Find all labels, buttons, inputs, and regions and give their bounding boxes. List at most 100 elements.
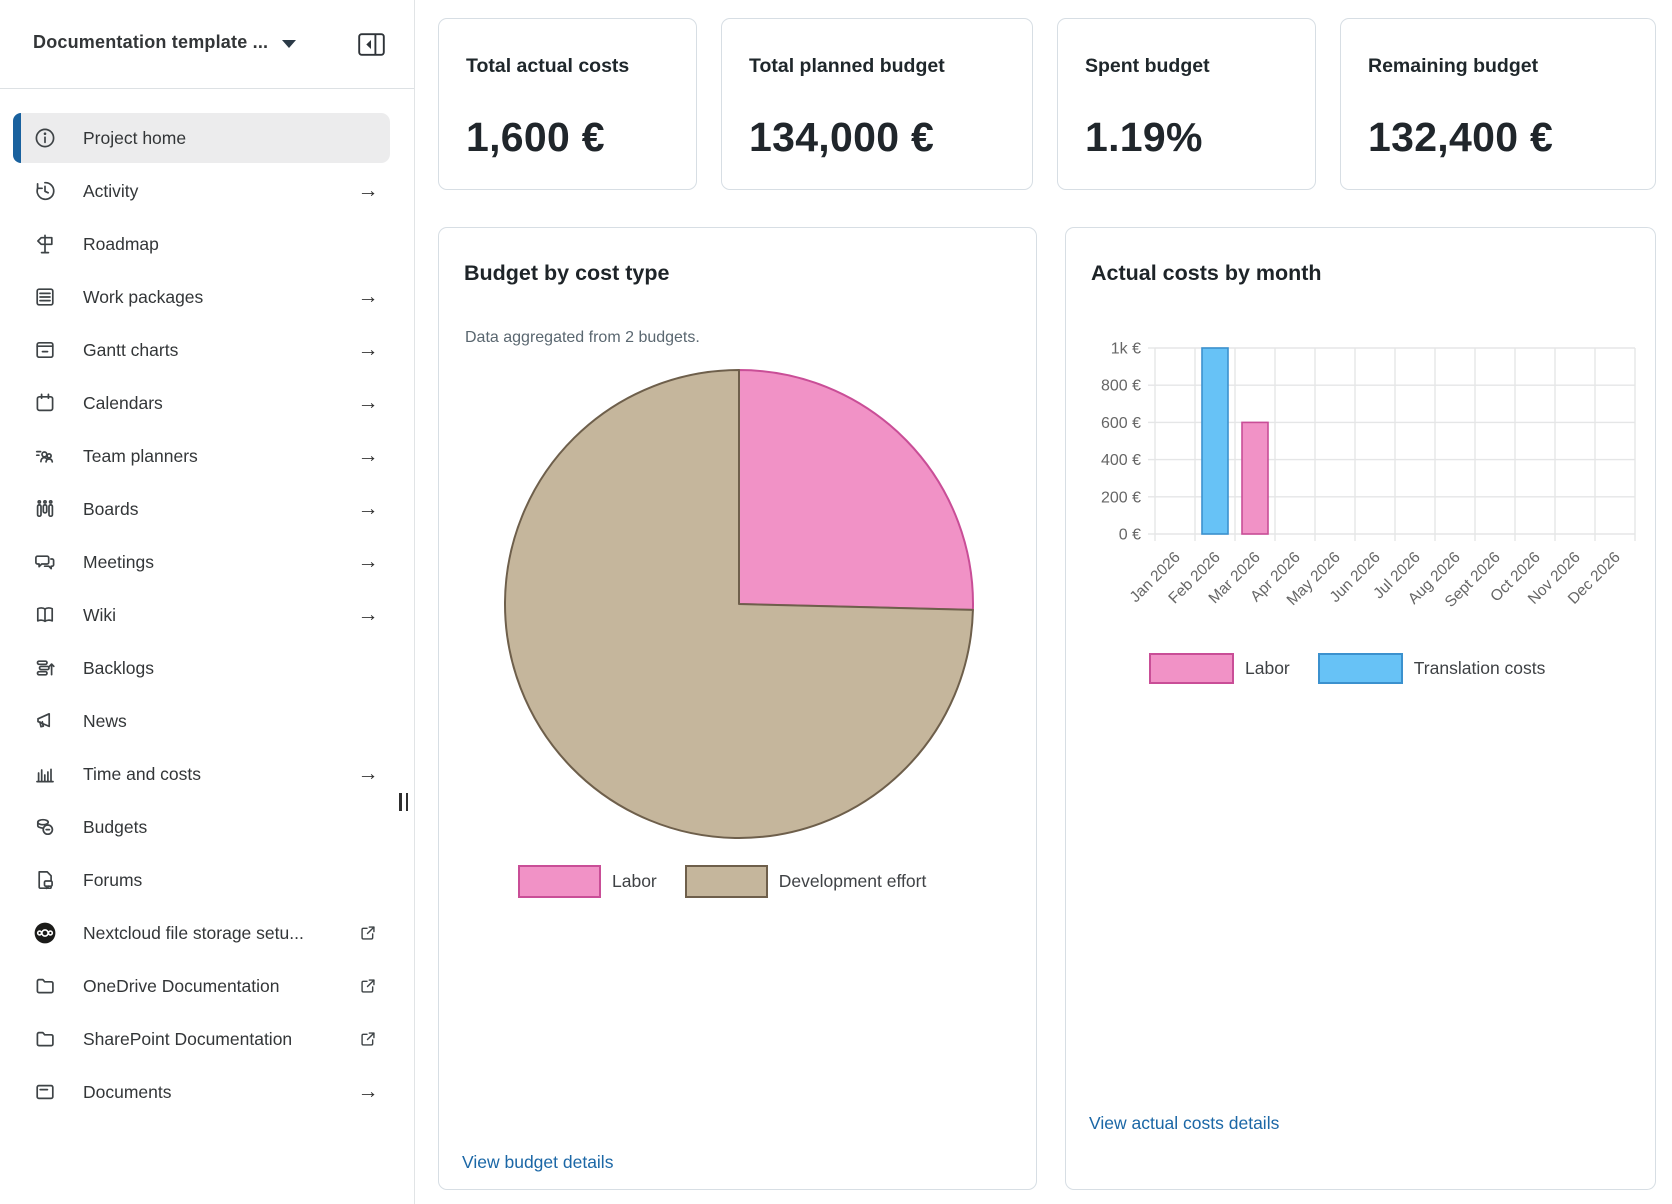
sidebar-item-label: Budgets [83,802,147,852]
budgets-icon [33,815,57,839]
work-packages-icon [33,285,57,309]
caret-down-icon [282,40,296,48]
sidebar-item-label: OneDrive Documentation [83,961,279,1011]
sidebar-item-label: Forums [83,855,142,905]
sidebar-item-label: Work packages [83,272,203,322]
kpi-card-remaining-budget: Remaining budget 132,400 € [1340,18,1656,190]
legend-label: Translation costs [1414,658,1546,679]
arrow-right-icon: → [356,1067,380,1117]
svg-text:800 €: 800 € [1101,378,1141,395]
kpi-label: Spent budget [1085,55,1288,78]
nextcloud-icon [33,921,57,945]
project-selector[interactable]: Documentation template ... [33,32,296,53]
sidebar-item-label: Nextcloud file storage setu... [83,908,304,958]
sidebar-item-forums[interactable]: Forums [13,855,390,905]
budget-pie-chart [500,365,978,843]
sidebar-item-meetings[interactable]: Meetings → [13,537,390,587]
legend-swatch [685,865,768,898]
sidebar-item-onedrive-documentation[interactable]: OneDrive Documentation [13,961,390,1011]
sidebar-item-activity[interactable]: Activity → [13,166,390,216]
sidebar-item-boards[interactable]: Boards → [13,484,390,534]
view-budget-details-link[interactable]: View budget details [462,1152,613,1173]
legend-label: Labor [1245,658,1290,679]
kpi-label: Total actual costs [466,55,669,78]
budget-card-title: Budget by cost type [464,261,669,286]
budget-pie-legend: Labor Development effort [518,865,926,898]
sidebar-item-wiki[interactable]: Wiki → [13,590,390,640]
folder-icon [33,974,57,998]
legend-swatch [1149,653,1234,684]
legend-item-translation-costs[interactable]: Translation costs [1318,653,1546,684]
sidebar-item-label: Wiki [83,590,116,640]
sidebar-item-project-home[interactable]: Project home [13,113,390,163]
main-content: Total actual costs 1,600 € Total planned… [438,0,1656,1204]
sidebar-item-backlogs[interactable]: Backlogs [13,643,390,693]
arrow-right-icon: → [356,537,380,587]
svg-text:200 €: 200 € [1101,489,1141,506]
sidebar-item-label: Documents [83,1067,172,1117]
sidebar-item-time-and-costs[interactable]: Time and costs → [13,749,390,799]
kpi-value: 1,600 € [466,114,669,161]
sidebar-item-nextcloud-file-storage-setu[interactable]: Nextcloud file storage setu... [13,908,390,958]
sidebar-menu: Project home Activity → Roadmap Work pac… [13,113,390,1120]
roadmap-icon [33,232,57,256]
project-title: Documentation template ... [33,32,268,53]
actual-card-title: Actual costs by month [1091,261,1322,286]
sidebar-item-sharepoint-documentation[interactable]: SharePoint Documentation [13,1014,390,1064]
legend-swatch [1318,653,1403,684]
kpi-value: 132,400 € [1368,114,1628,161]
svg-text:Dec 2026: Dec 2026 [1565,549,1624,608]
calendar-icon [33,391,57,415]
sidebar-item-work-packages[interactable]: Work packages → [13,272,390,322]
svg-text:May 2026: May 2026 [1284,549,1344,609]
view-actual-costs-details-link[interactable]: View actual costs details [1089,1113,1279,1134]
sidebar-item-documents[interactable]: Documents → [13,1067,390,1117]
meetings-icon [33,550,57,574]
arrow-right-icon: → [356,590,380,640]
sidebar-item-label: Roadmap [83,219,159,269]
external-link-icon [356,1014,380,1064]
legend-swatch [518,865,601,898]
svg-text:0 €: 0 € [1119,527,1141,544]
sidebar-item-news[interactable]: News [13,696,390,746]
arrow-right-icon: → [356,484,380,534]
budget-card-subtitle: Data aggregated from 2 budgets. [465,329,700,347]
app-root: Documentation template ... Project home … [0,0,1672,1204]
legend-item-labor[interactable]: Labor [518,865,657,898]
kpi-label: Remaining budget [1368,55,1628,78]
kpi-card-spent-budget: Spent budget 1.19% [1057,18,1316,190]
sidebar-item-gantt-charts[interactable]: Gantt charts → [13,325,390,375]
sidebar-item-label: Team planners [83,431,198,481]
sidebar-item-label: Meetings [83,537,154,587]
svg-text:Feb 2026: Feb 2026 [1165,549,1223,607]
sidebar-resize-handle[interactable] [399,793,408,811]
news-icon [33,709,57,733]
sidebar-item-label: Boards [83,484,138,534]
sidebar-header: Documentation template ... [0,0,414,89]
sidebar-collapse-button[interactable] [358,33,385,56]
sidebar-item-label: Activity [83,166,138,216]
sidebar-item-label: Calendars [83,378,163,428]
sidebar: Documentation template ... Project home … [0,0,415,1204]
sidebar-item-label: Backlogs [83,643,154,693]
kpi-label: Total planned budget [749,55,1005,78]
sidebar-item-team-planners[interactable]: Team planners → [13,431,390,481]
external-link-icon [356,961,380,1011]
kpi-card-total-planned-budget: Total planned budget 134,000 € [721,18,1033,190]
arrow-right-icon: → [356,749,380,799]
svg-text:Sept 2026: Sept 2026 [1442,549,1504,611]
legend-item-labor[interactable]: Labor [1149,653,1290,684]
sidebar-item-calendars[interactable]: Calendars → [13,378,390,428]
sidebar-item-label: News [83,696,127,746]
svg-text:400 €: 400 € [1101,452,1141,469]
legend-item-development-effort[interactable]: Development effort [685,865,927,898]
time-costs-icon [33,762,57,786]
sidebar-item-roadmap[interactable]: Roadmap [13,219,390,269]
wiki-icon [33,603,57,627]
svg-text:1k €: 1k € [1111,341,1141,358]
sidebar-item-budgets[interactable]: Budgets [13,802,390,852]
svg-text:Jun 2026: Jun 2026 [1327,549,1384,606]
team-planner-icon [33,444,57,468]
arrow-right-icon: → [356,166,380,216]
documents-icon [33,1080,57,1104]
